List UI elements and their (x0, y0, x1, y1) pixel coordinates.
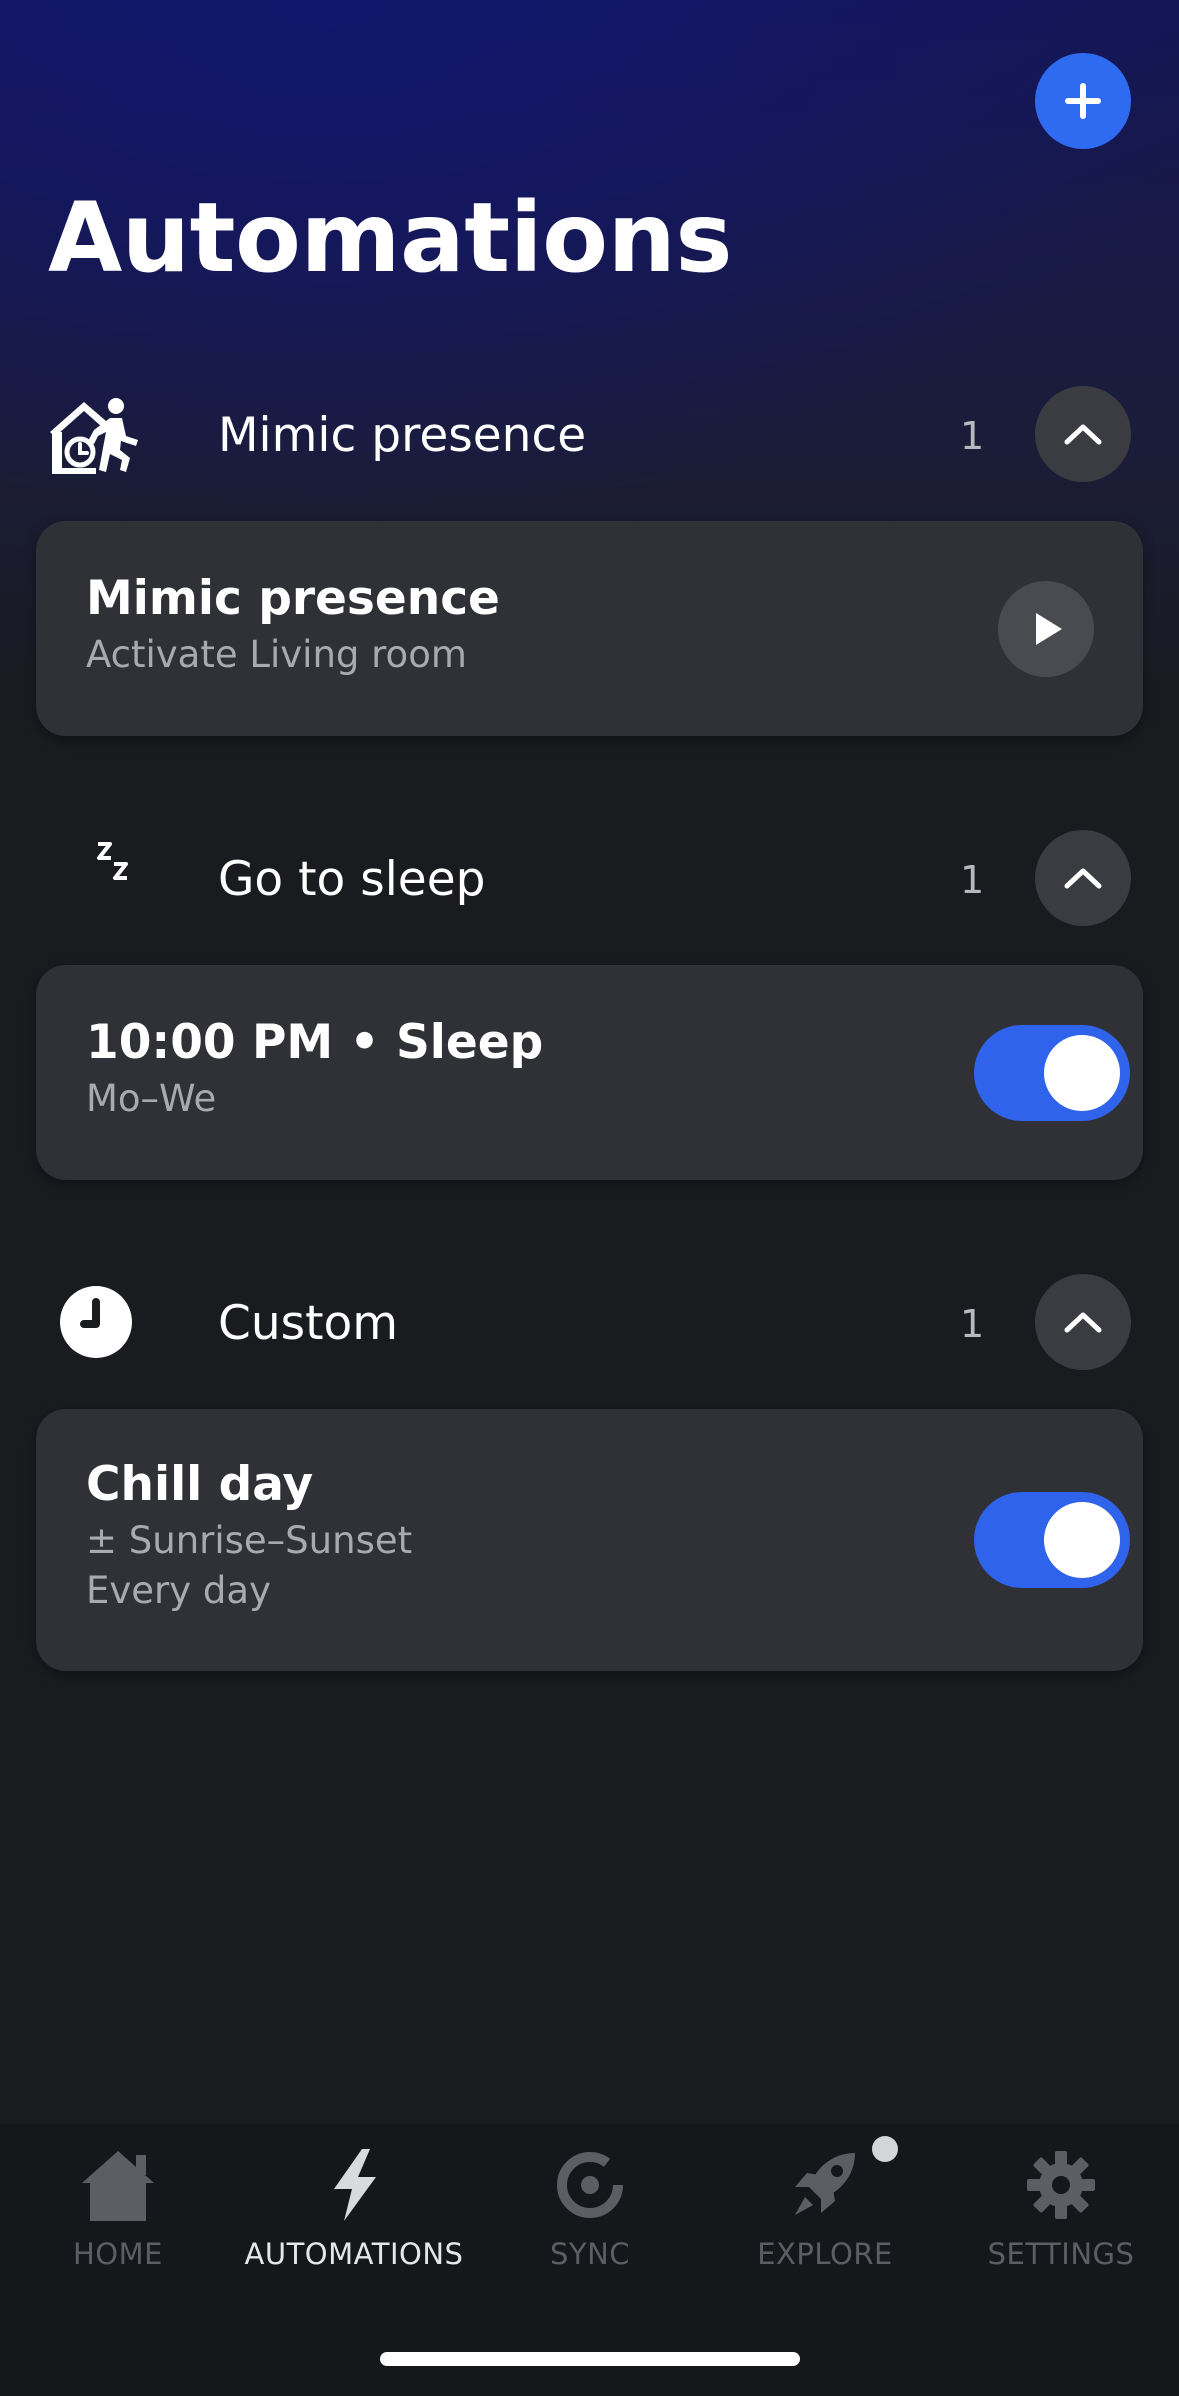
group-header-go-to-sleep: Go to sleep 1 (0, 828, 1179, 928)
group-header-mimic-presence: Mimic presence 1 (0, 384, 1179, 484)
card-subtitle: Activate Living room (86, 633, 467, 676)
collapse-group-button[interactable] (1035, 830, 1131, 926)
card-subtitle: ± Sunrise–Sunset (86, 1519, 413, 1562)
tab-settings[interactable]: SETTINGS (943, 2144, 1179, 2294)
home-indicator[interactable] (380, 2352, 800, 2366)
group-count: 1 (960, 414, 985, 458)
tab-label: AUTOMATIONS (244, 2237, 464, 2271)
house-icon (78, 2144, 158, 2226)
tab-explore[interactable]: EXPLORE (707, 2144, 943, 2294)
group-title: Custom (218, 1296, 399, 1351)
card-subtitle: Mo–We (86, 1077, 217, 1120)
explore-notification-badge (872, 2136, 898, 2162)
lightning-icon (324, 2144, 384, 2226)
automation-card-mimic-presence[interactable]: Mimic presence Activate Living room (36, 521, 1143, 736)
card-subtitle-schedule: Every day (86, 1569, 271, 1612)
card-title: Chill day (86, 1457, 314, 1512)
tab-automations[interactable]: AUTOMATIONS (236, 2144, 472, 2294)
chevron-up-icon (1064, 1312, 1102, 1333)
collapse-group-button[interactable] (1035, 1274, 1131, 1370)
chevron-up-icon (1064, 868, 1102, 889)
sync-icon (550, 2144, 630, 2226)
clock-icon (48, 1282, 144, 1362)
chevron-up-icon (1064, 424, 1102, 445)
play-icon (1036, 613, 1062, 645)
group-count: 1 (960, 1302, 985, 1346)
page-title: Automations (48, 182, 733, 294)
tab-label: HOME (73, 2237, 163, 2271)
rocket-icon (785, 2144, 865, 2226)
play-button[interactable] (998, 581, 1094, 677)
enable-toggle[interactable] (974, 1492, 1130, 1588)
group-count: 1 (960, 858, 985, 902)
tab-sync[interactable]: SYNC (472, 2144, 708, 2294)
group-title: Go to sleep (218, 852, 486, 907)
gear-icon (1021, 2144, 1101, 2226)
collapse-group-button[interactable] (1035, 386, 1131, 482)
group-header-custom: Custom 1 (0, 1272, 1179, 1372)
automations-screen: Automations Mimic presence 1 Mimic prese… (0, 0, 1179, 2396)
automation-card-chill-day[interactable]: Chill day ± Sunrise–Sunset Every day (36, 1409, 1143, 1671)
tab-home[interactable]: HOME (0, 2144, 236, 2294)
card-title: Mimic presence (86, 571, 500, 626)
house-walking-person-icon (48, 394, 144, 474)
tab-label: SYNC (549, 2237, 631, 2271)
toggle-knob (1044, 1035, 1120, 1111)
plus-icon (1065, 83, 1101, 119)
moon-zzz-icon (48, 838, 144, 918)
tab-label: EXPLORE (757, 2237, 893, 2271)
add-automation-button[interactable] (1035, 53, 1131, 149)
enable-toggle[interactable] (974, 1025, 1130, 1121)
toggle-knob (1044, 1502, 1120, 1578)
automation-card-sleep[interactable]: 10:00 PM • Sleep Mo–We (36, 965, 1143, 1180)
card-title: 10:00 PM • Sleep (86, 1015, 544, 1070)
tab-label: SETTINGS (987, 2237, 1135, 2271)
group-title: Mimic presence (218, 408, 587, 463)
